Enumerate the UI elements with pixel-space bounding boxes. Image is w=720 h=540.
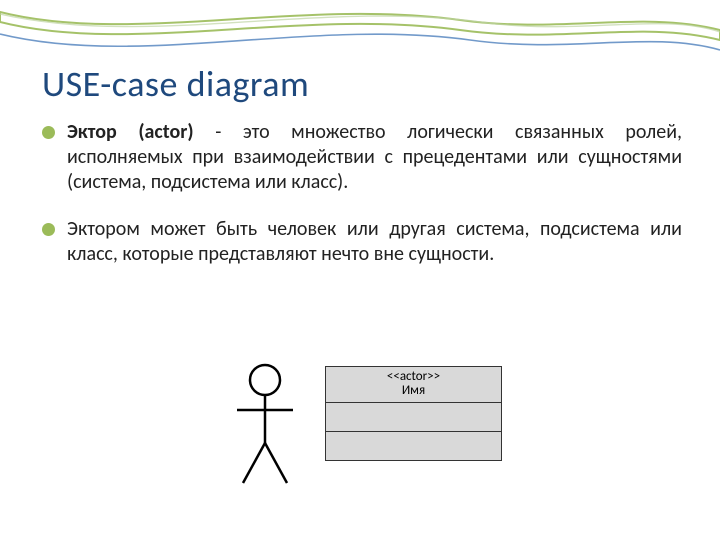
actor-box-compartment	[326, 403, 501, 432]
stick-figure-icon	[225, 358, 305, 488]
actor-name: Имя	[402, 384, 425, 398]
bullet-bold: Эктор (actor)	[67, 120, 194, 144]
actor-class-box: <<actor>> Имя	[325, 366, 502, 461]
bullet-item: Эктор (actor) - это множество логически …	[42, 120, 682, 195]
actor-figure: <<actor>> Имя	[225, 358, 525, 488]
actor-box-header: <<actor>> Имя	[326, 367, 501, 403]
bullet-text: Эктором может быть человек или другая си…	[67, 217, 682, 267]
bullet-dot-icon	[42, 223, 55, 236]
bullet-item: Эктором может быть человек или другая си…	[42, 217, 682, 267]
actor-box-compartment	[326, 432, 501, 460]
actor-stereotype: <<actor>>	[387, 370, 440, 384]
slide-title: USE-case diagram	[42, 62, 309, 106]
bullet-dot-icon	[42, 126, 55, 139]
bullet-rest: Эктором может быть человек или другая си…	[67, 217, 682, 266]
bullet-text: Эктор (actor) - это множество логически …	[67, 120, 682, 195]
slide-body: Эктор (actor) - это множество логически …	[42, 120, 682, 289]
